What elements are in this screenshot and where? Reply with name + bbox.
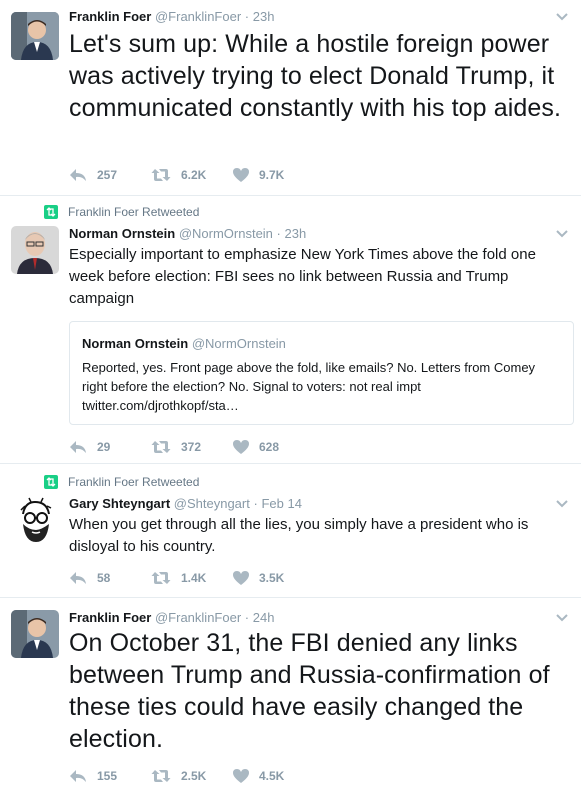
tweet-text: Especially important to emphasize New Yo… xyxy=(69,246,536,307)
retweeted-icon xyxy=(44,475,58,489)
like-count: 3.5K xyxy=(259,571,285,585)
author-name[interactable]: Franklin Foer xyxy=(69,610,151,625)
like-button[interactable]: 9.7K xyxy=(233,168,315,182)
heart-icon xyxy=(233,168,249,182)
retweet-count: 372 xyxy=(181,440,202,454)
retweet-count: 2.5K xyxy=(181,769,207,783)
tweet-text: When you get through all the lies, you s… xyxy=(69,516,529,555)
retweet-icon xyxy=(151,572,171,584)
like-button[interactable]: 4.5K xyxy=(233,769,315,783)
heart-icon xyxy=(233,571,249,585)
retweet-button[interactable]: 1.4K xyxy=(151,571,233,585)
reply-count: 29 xyxy=(97,440,111,454)
author-handle[interactable]: @FranklinFoer xyxy=(155,610,241,625)
retweeted-icon xyxy=(44,205,58,219)
author-handle[interactable]: @Shteyngart xyxy=(174,496,250,511)
reply-icon xyxy=(70,169,86,181)
quoted-tweet[interactable]: Norman Ornstein @NormOrnstein Reported, … xyxy=(69,321,574,425)
tweet-text: On October 31, the FBI denied any links … xyxy=(69,629,550,753)
heart-icon xyxy=(233,769,249,783)
like-button[interactable]: 3.5K xyxy=(233,571,315,585)
like-count: 628 xyxy=(259,440,280,454)
retweet-button[interactable]: 2.5K xyxy=(151,769,233,783)
tweet-text: Let's sum up: While a hostile foreign po… xyxy=(69,30,562,122)
avatar-norman-ornstein[interactable] xyxy=(11,226,59,274)
separator-dot: · xyxy=(253,496,258,511)
tweet[interactable]: Franklin Foer @FranklinFoer · 24h On Oct… xyxy=(0,598,581,787)
avatar-franklin-foer[interactable] xyxy=(11,12,59,60)
chevron-down-icon[interactable] xyxy=(555,499,569,509)
retweet-count: 6.2K xyxy=(181,168,207,182)
tweet-timestamp[interactable]: 23h xyxy=(253,9,275,24)
quoted-author-handle: @NormOrnstein xyxy=(191,336,286,351)
like-count: 4.5K xyxy=(259,769,285,783)
reply-button[interactable]: 58 xyxy=(69,571,151,585)
quoted-tweet-text: Reported, yes. Front page above the fold… xyxy=(82,360,536,413)
chevron-down-icon[interactable] xyxy=(555,613,569,623)
avatar-franklin-foer[interactable] xyxy=(11,610,59,658)
separator-dot: · xyxy=(276,226,281,241)
quoted-author-name: Norman Ornstein xyxy=(82,336,189,351)
tweet[interactable]: Franklin Foer Retweeted Norman Ornstein … xyxy=(0,196,581,464)
reply-count: 58 xyxy=(97,571,111,585)
avatar-gary-shteyngart[interactable] xyxy=(11,496,59,544)
tweet-timestamp[interactable]: 24h xyxy=(253,610,275,625)
retweet-count: 1.4K xyxy=(181,571,207,585)
author-handle[interactable]: @FranklinFoer xyxy=(155,9,241,24)
retweeted-by-label[interactable]: Franklin Foer Retweeted xyxy=(68,475,199,489)
reply-count: 257 xyxy=(97,168,118,182)
author-handle[interactable]: @NormOrnstein xyxy=(179,226,273,241)
reply-button[interactable]: 155 xyxy=(69,769,151,783)
like-count: 9.7K xyxy=(259,168,285,182)
tweet[interactable]: Franklin Foer Retweeted Gary Shteyngart … xyxy=(0,464,581,598)
tweet-timestamp[interactable]: 23h xyxy=(285,226,307,241)
retweet-icon xyxy=(151,770,171,782)
chevron-down-icon[interactable] xyxy=(555,12,569,22)
retweet-icon xyxy=(151,169,171,181)
separator-dot: · xyxy=(244,9,250,24)
reply-count: 155 xyxy=(97,769,118,783)
reply-button[interactable]: 257 xyxy=(69,168,151,182)
tweet[interactable]: Franklin Foer @FranklinFoer · 23h Let's … xyxy=(0,0,581,196)
retweeted-by-label[interactable]: Franklin Foer Retweeted xyxy=(68,205,199,219)
author-name[interactable]: Franklin Foer xyxy=(69,9,151,24)
reply-button[interactable]: 29 xyxy=(69,440,151,454)
tweet-timestamp[interactable]: Feb 14 xyxy=(261,496,301,511)
reply-icon xyxy=(70,572,86,584)
heart-icon xyxy=(233,440,249,454)
author-name[interactable]: Norman Ornstein xyxy=(69,226,175,241)
like-button[interactable]: 628 xyxy=(233,440,315,454)
separator-dot: · xyxy=(244,610,250,625)
retweet-icon xyxy=(151,441,171,453)
author-name[interactable]: Gary Shteyngart xyxy=(69,496,170,511)
reply-icon xyxy=(70,770,86,782)
retweet-button[interactable]: 372 xyxy=(151,440,233,454)
chevron-down-icon[interactable] xyxy=(555,229,569,239)
reply-icon xyxy=(70,441,86,453)
retweet-button[interactable]: 6.2K xyxy=(151,168,233,182)
